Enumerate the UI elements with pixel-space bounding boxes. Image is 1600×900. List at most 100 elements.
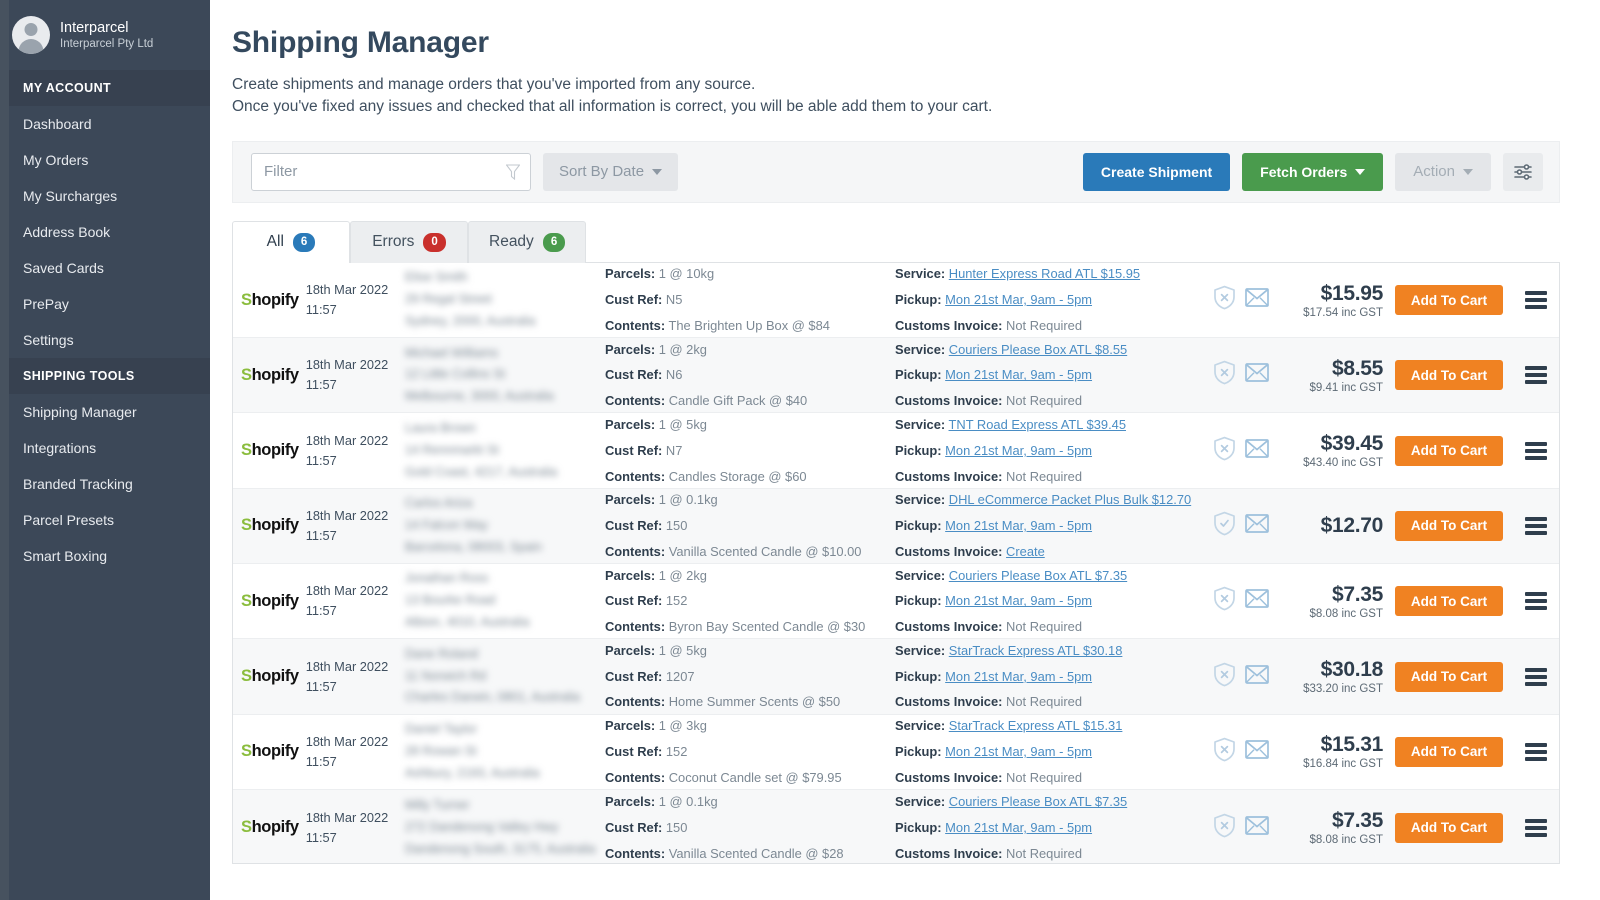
sidebar-item-shipping-manager[interactable]: Shipping Manager [0, 394, 210, 430]
envelope-icon[interactable] [1245, 439, 1269, 463]
pickup-link[interactable]: Mon 21st Mar, 9am - 5pm [945, 292, 1092, 307]
envelope-icon[interactable] [1245, 665, 1269, 689]
table-row[interactable]: Shopify18th Mar 202211:57Elise Smith29 R… [233, 263, 1559, 338]
price-inc-gst: $9.41 inc GST [1309, 382, 1383, 394]
table-row[interactable]: Shopify18th Mar 202211:57Laura Brown14 R… [233, 413, 1559, 488]
pickup-link[interactable]: Mon 21st Mar, 9am - 5pm [945, 593, 1092, 608]
pickup-link[interactable]: Mon 21st Mar, 9am - 5pm [945, 367, 1092, 382]
shield-icon[interactable] [1213, 285, 1236, 315]
table-row[interactable]: Shopify18th Mar 202211:57Carlos Ariza14 … [233, 489, 1559, 564]
shield-icon[interactable] [1213, 360, 1236, 390]
envelope-icon[interactable] [1245, 288, 1269, 312]
pickup-line: Pickup: Mon 21st Mar, 9am - 5pm [895, 815, 1205, 841]
order-datetime: 18th Mar 202211:57 [306, 657, 389, 697]
customs-invoice-create-link[interactable]: Create [1006, 544, 1045, 559]
shield-icon[interactable] [1213, 813, 1236, 843]
shield-icon[interactable] [1213, 511, 1236, 541]
pickup-link[interactable]: Mon 21st Mar, 9am - 5pm [945, 669, 1092, 684]
service-link[interactable]: Couriers Please Box ATL $7.35 [949, 568, 1127, 583]
recipient-street: 11 Norwich Rd [405, 666, 605, 688]
hamburger-menu-icon[interactable] [1525, 592, 1547, 610]
sidebar-item-parcel-presets[interactable]: Parcel Presets [0, 502, 210, 538]
sidebar-item-saved-cards[interactable]: Saved Cards [0, 250, 210, 286]
parcels-line: Parcels: 1 @ 2kg [605, 337, 895, 363]
hamburger-menu-icon[interactable] [1525, 743, 1547, 761]
add-to-cart-button[interactable]: Add To Cart [1395, 360, 1503, 390]
hamburger-menu-icon[interactable] [1525, 819, 1547, 837]
add-to-cart-button[interactable]: Add To Cart [1395, 436, 1503, 466]
row-menu-cell [1513, 715, 1559, 789]
action-button[interactable]: Action [1395, 153, 1491, 191]
service-link[interactable]: Couriers Please Box ATL $7.35 [949, 794, 1127, 809]
hamburger-menu-icon[interactable] [1525, 442, 1547, 460]
service-link[interactable]: Couriers Please Box ATL $8.55 [949, 342, 1127, 357]
tab-all[interactable]: All6 [232, 221, 350, 263]
shield-icon[interactable] [1213, 737, 1236, 767]
recipient-street: 29 Regal Street [405, 289, 605, 311]
service-link[interactable]: TNT Road Express ATL $39.45 [949, 417, 1126, 432]
sidebar-item-my-surcharges[interactable]: My Surcharges [0, 178, 210, 214]
sidebar-item-dashboard[interactable]: Dashboard [0, 106, 210, 142]
envelope-icon[interactable] [1245, 514, 1269, 538]
envelope-icon[interactable] [1245, 589, 1269, 613]
add-to-cart-button[interactable]: Add To Cart [1395, 586, 1503, 616]
parcels-label: Parcels: [605, 568, 655, 583]
hamburger-menu-icon[interactable] [1525, 668, 1547, 686]
service-link[interactable]: Hunter Express Road ATL $15.95 [949, 266, 1140, 281]
sidebar-item-prepay[interactable]: PrePay [0, 286, 210, 322]
tab-ready[interactable]: Ready6 [468, 221, 586, 263]
sidebar-item-my-orders[interactable]: My Orders [0, 142, 210, 178]
pickup-link[interactable]: Mon 21st Mar, 9am - 5pm [945, 443, 1092, 458]
cust-ref-value: 150 [666, 518, 688, 533]
envelope-icon[interactable] [1245, 740, 1269, 764]
table-row[interactable]: Shopify18th Mar 202211:57Jonathan Ross13… [233, 564, 1559, 639]
sidebar-item-branded-tracking[interactable]: Branded Tracking [0, 466, 210, 502]
service-label: Service: [895, 794, 945, 809]
pickup-link[interactable]: Mon 21st Mar, 9am - 5pm [945, 744, 1092, 759]
envelope-icon[interactable] [1245, 363, 1269, 387]
search-input[interactable] [251, 153, 531, 191]
fetch-orders-button[interactable]: Fetch Orders [1242, 153, 1383, 191]
sidebar: Interparcel Interparcel Pty Ltd MY ACCOU… [0, 0, 210, 900]
table-row[interactable]: Shopify18th Mar 202211:57Dane Roland11 N… [233, 639, 1559, 714]
sidebar-item-smart-boxing[interactable]: Smart Boxing [0, 538, 210, 574]
hamburger-menu-icon[interactable] [1525, 517, 1547, 535]
sidebar-item-integrations[interactable]: Integrations [0, 430, 210, 466]
create-shipment-button[interactable]: Create Shipment [1083, 153, 1230, 191]
profile-block[interactable]: Interparcel Interparcel Pty Ltd [0, 0, 210, 70]
envelope-icon[interactable] [1245, 816, 1269, 840]
add-to-cart-button[interactable]: Add To Cart [1395, 285, 1503, 315]
recipient-street: 12 Little Collins St [405, 364, 605, 386]
sort-by-date-button[interactable]: Sort By Date [543, 153, 678, 191]
table-row[interactable]: Shopify18th Mar 202211:57Michael William… [233, 338, 1559, 413]
pickup-link[interactable]: Mon 21st Mar, 9am - 5pm [945, 518, 1092, 533]
hamburger-menu-icon[interactable] [1525, 291, 1547, 309]
add-to-cart-button[interactable]: Add To Cart [1395, 813, 1503, 843]
pickup-link[interactable]: Mon 21st Mar, 9am - 5pm [945, 820, 1092, 835]
contents-line: Contents: Home Summer Scents @ $50 [605, 689, 895, 715]
cust-ref-line: Cust Ref: 152 [605, 739, 895, 765]
service-link[interactable]: DHL eCommerce Packet Plus Bulk $12.70 [949, 492, 1191, 507]
column-settings-button[interactable] [1503, 153, 1543, 191]
parcels-line: Parcels: 1 @ 5kg [605, 638, 895, 664]
add-to-cart-button[interactable]: Add To Cart [1395, 511, 1503, 541]
service-link[interactable]: StarTrack Express ATL $15.31 [949, 718, 1123, 733]
filter-field-wrapper [251, 153, 531, 191]
sidebar-item-settings[interactable]: Settings [0, 322, 210, 358]
shield-icon[interactable] [1213, 662, 1236, 692]
add-to-cart-button[interactable]: Add To Cart [1395, 662, 1503, 692]
order-date: 18th Mar 2022 [306, 508, 389, 523]
order-date: 18th Mar 2022 [306, 433, 389, 448]
sidebar-item-address-book[interactable]: Address Book [0, 214, 210, 250]
shield-icon[interactable] [1213, 436, 1236, 466]
price-cell: $39.45$43.40 inc GST [1277, 413, 1385, 487]
add-to-cart-button[interactable]: Add To Cart [1395, 737, 1503, 767]
cust-ref-value: 150 [666, 820, 688, 835]
table-row[interactable]: Shopify18th Mar 202211:57Daniel Taylor28… [233, 715, 1559, 790]
hamburger-menu-icon[interactable] [1525, 366, 1547, 384]
table-row[interactable]: Shopify18th Mar 202211:57Milly Turner272… [233, 790, 1559, 864]
service-link[interactable]: StarTrack Express ATL $30.18 [949, 643, 1123, 658]
shield-icon[interactable] [1213, 586, 1236, 616]
parcels-value: 1 @ 2kg [659, 342, 707, 357]
tab-errors[interactable]: Errors0 [350, 221, 468, 263]
